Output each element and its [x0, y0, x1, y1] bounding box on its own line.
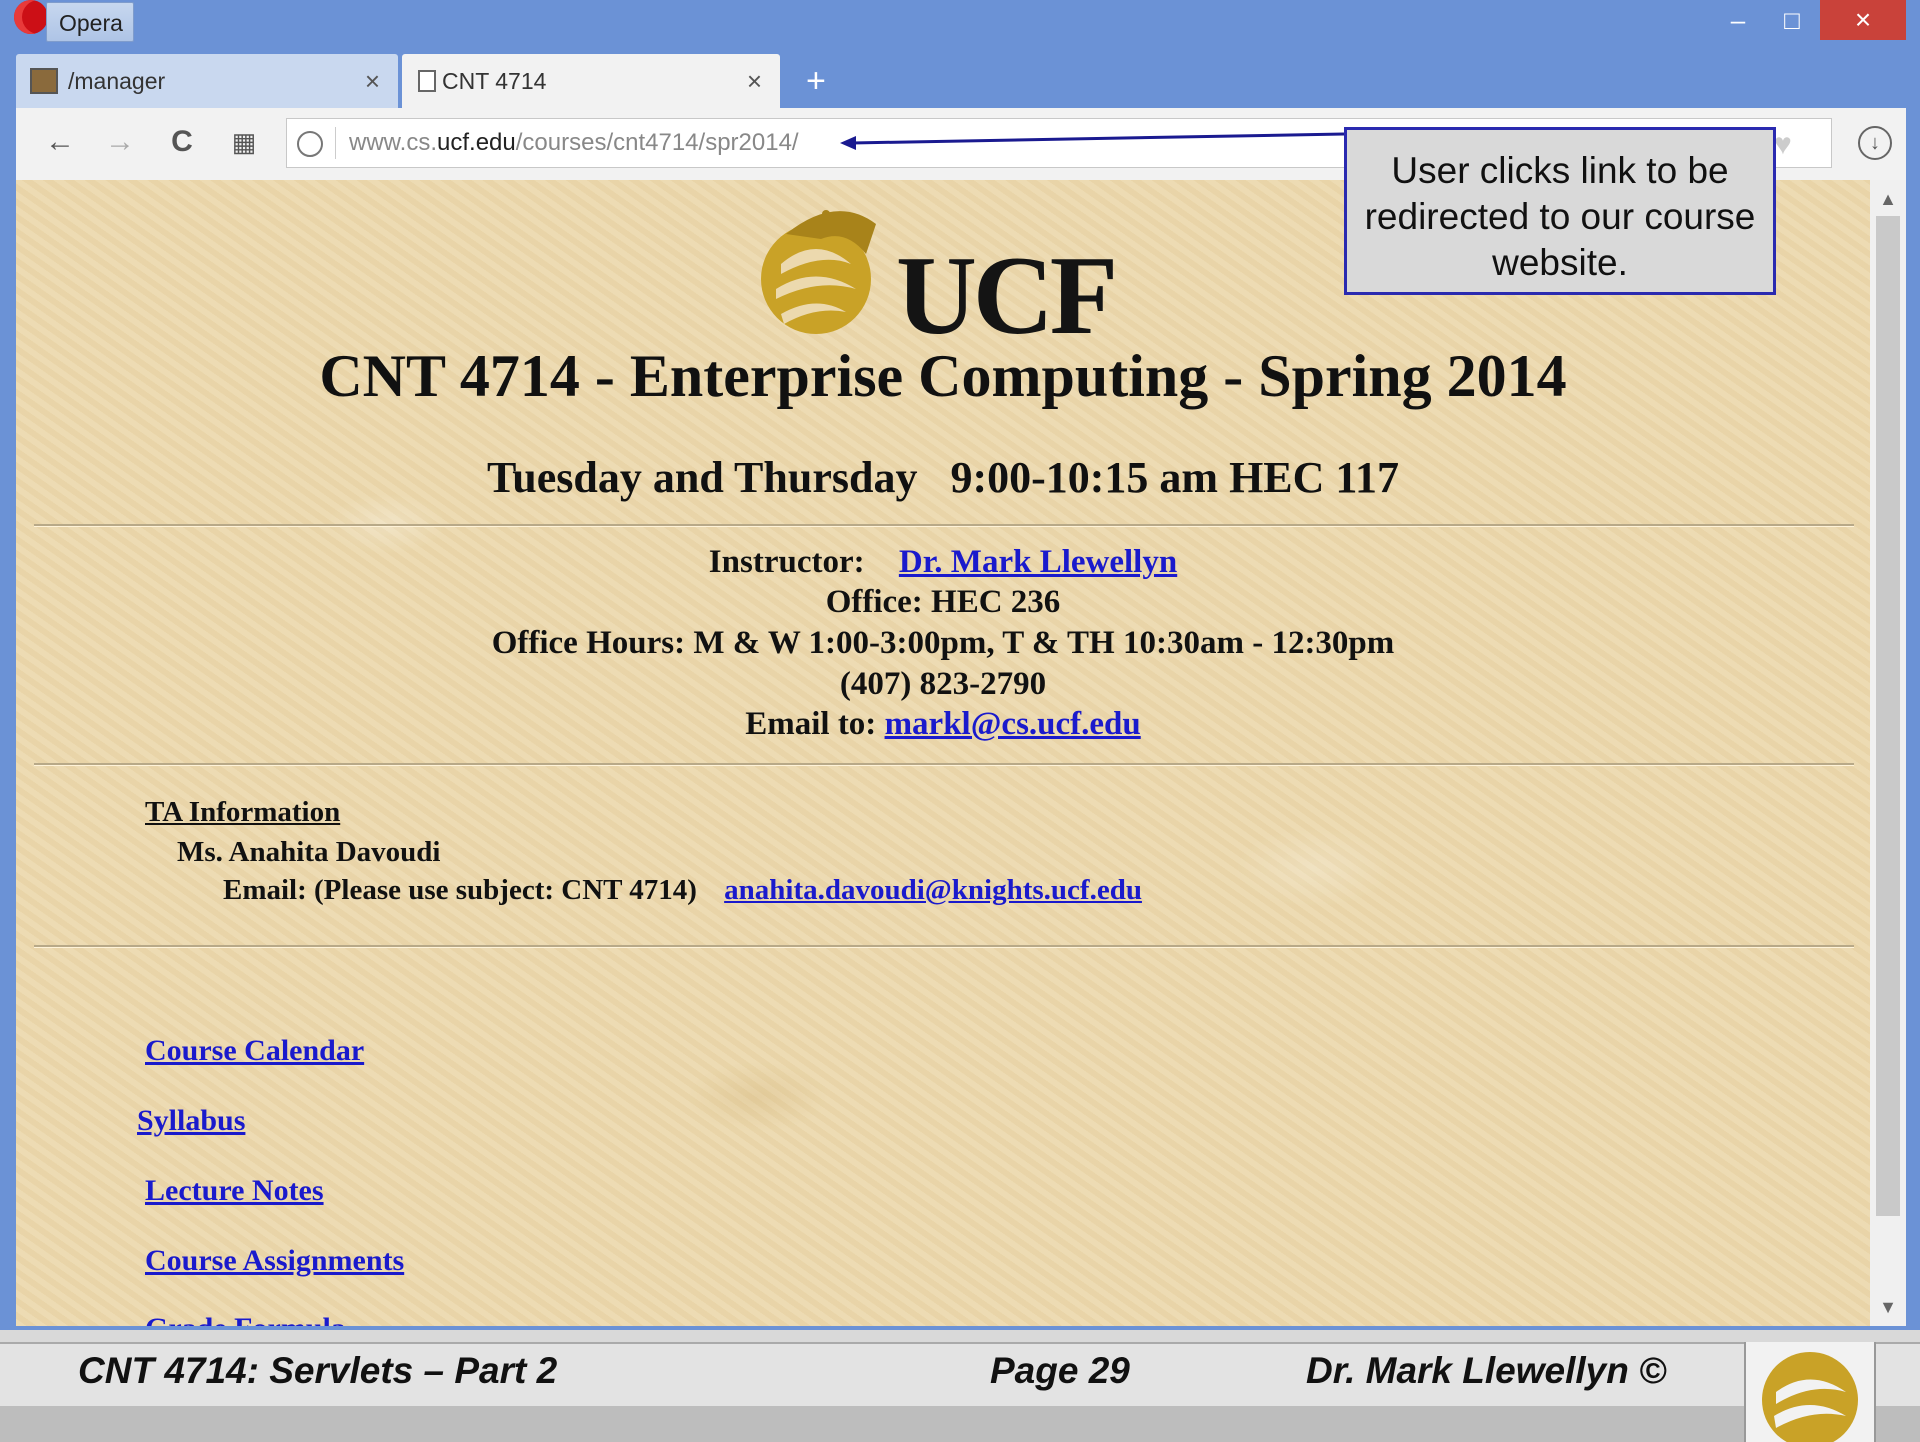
tab-strip: /manager × CNT 4714 × + — [16, 54, 1906, 108]
forward-arrow-icon[interactable]: → — [100, 122, 140, 162]
url-text[interactable]: www.cs.ucf.edu/courses/cnt4714/spr2014/ — [349, 119, 799, 167]
tab-cnt4714[interactable]: CNT 4714 × — [402, 54, 780, 108]
vertical-scrollbar[interactable]: ▲ ▼ — [1870, 180, 1906, 1326]
page-viewport: UCF CNT 4714 - Enterprise Computing - Sp… — [16, 180, 1870, 1326]
course-assignments-link[interactable]: Course Assignments — [145, 1244, 404, 1278]
footer-author: Dr. Mark Llewellyn © — [1306, 1350, 1667, 1391]
close-tab-icon[interactable]: × — [747, 54, 762, 108]
title-bar: Opera – □ × — [0, 0, 1920, 44]
email-line: Email to: markl@cs.ucf.edu — [16, 704, 1870, 745]
back-arrow-icon[interactable]: ← — [40, 122, 80, 162]
tab-manager[interactable]: /manager × — [16, 54, 398, 108]
instructor-label: Instructor: — [708, 544, 865, 580]
instructor-line: Instructor: Dr. Mark Llewellyn — [16, 542, 1870, 583]
scroll-thumb[interactable] — [1876, 216, 1900, 1216]
image-icon — [30, 68, 58, 94]
tab-label: /manager — [68, 68, 166, 94]
ta-heading: TA Information — [145, 796, 341, 828]
divider — [34, 763, 1854, 766]
syllabus-link[interactable]: Syllabus — [137, 1104, 245, 1138]
page-title: CNT 4714 - Enterprise Computing - Spring… — [319, 343, 1567, 409]
site-info-icon[interactable] — [297, 131, 323, 157]
slide-footer: CNT 4714: Servlets – Part 2 Page 29 Dr. … — [0, 1342, 1920, 1442]
ta-name: Ms. Anahita Davoudi — [177, 836, 441, 868]
instructor-email-link[interactable]: markl@cs.ucf.edu — [885, 706, 1141, 742]
ta-email-line: Email: (Please use subject: CNT 4714) an… — [223, 874, 1142, 907]
ta-email-label: Email: (Please use subject: CNT 4714) — [223, 874, 697, 906]
reload-icon[interactable]: C — [162, 122, 202, 162]
document-icon — [418, 70, 436, 92]
divider — [34, 524, 1854, 527]
new-tab-button[interactable]: + — [806, 54, 826, 108]
lecture-notes-link[interactable]: Lecture Notes — [145, 1174, 324, 1208]
instructor-link[interactable]: Dr. Mark Llewellyn — [899, 544, 1177, 580]
phone-number: (407) 823-2790 — [839, 666, 1047, 702]
grade-formula-link[interactable]: Grade Formula — [145, 1312, 346, 1326]
email-label: Email to: — [745, 706, 877, 742]
download-icon[interactable]: ↓ — [1858, 126, 1892, 160]
divider — [34, 945, 1854, 948]
scroll-up-icon[interactable]: ▲ — [1870, 184, 1906, 214]
close-window-button[interactable]: × — [1820, 0, 1906, 40]
footer-course: CNT 4714: Servlets – Part 2 — [78, 1350, 558, 1391]
footer-band — [0, 1406, 1920, 1442]
scroll-down-icon[interactable]: ▼ — [1870, 1292, 1906, 1322]
heart-bookmark-icon[interactable]: ♥ — [1774, 130, 1804, 160]
opera-logo-icon — [14, 0, 48, 34]
address-divider — [335, 127, 336, 159]
close-tab-icon[interactable]: × — [365, 54, 380, 108]
footer-page-number: Page 29 — [990, 1350, 1130, 1391]
course-calendar-link[interactable]: Course Calendar — [145, 1034, 364, 1068]
maximize-button[interactable]: □ — [1770, 0, 1814, 40]
opera-menu-button[interactable]: Opera — [46, 2, 134, 42]
office-hours: Office Hours: M & W 1:00-3:00pm, T & TH … — [491, 625, 1395, 661]
tab-label: CNT 4714 — [442, 68, 547, 94]
annotation-callout: User clicks link to be redirected to our… — [1344, 127, 1776, 295]
speed-dial-icon[interactable]: ▦ — [224, 122, 264, 162]
footer-logo — [1744, 1342, 1876, 1442]
pegasus-icon — [1762, 1352, 1858, 1442]
office: Office: HEC 236 — [825, 584, 1061, 620]
class-schedule: Tuesday and Thursday 9:00-10:15 am HEC 1… — [487, 453, 1399, 502]
minimize-button[interactable]: – — [1718, 0, 1758, 40]
ta-email-link[interactable]: anahita.davoudi@knights.ucf.edu — [724, 874, 1142, 906]
